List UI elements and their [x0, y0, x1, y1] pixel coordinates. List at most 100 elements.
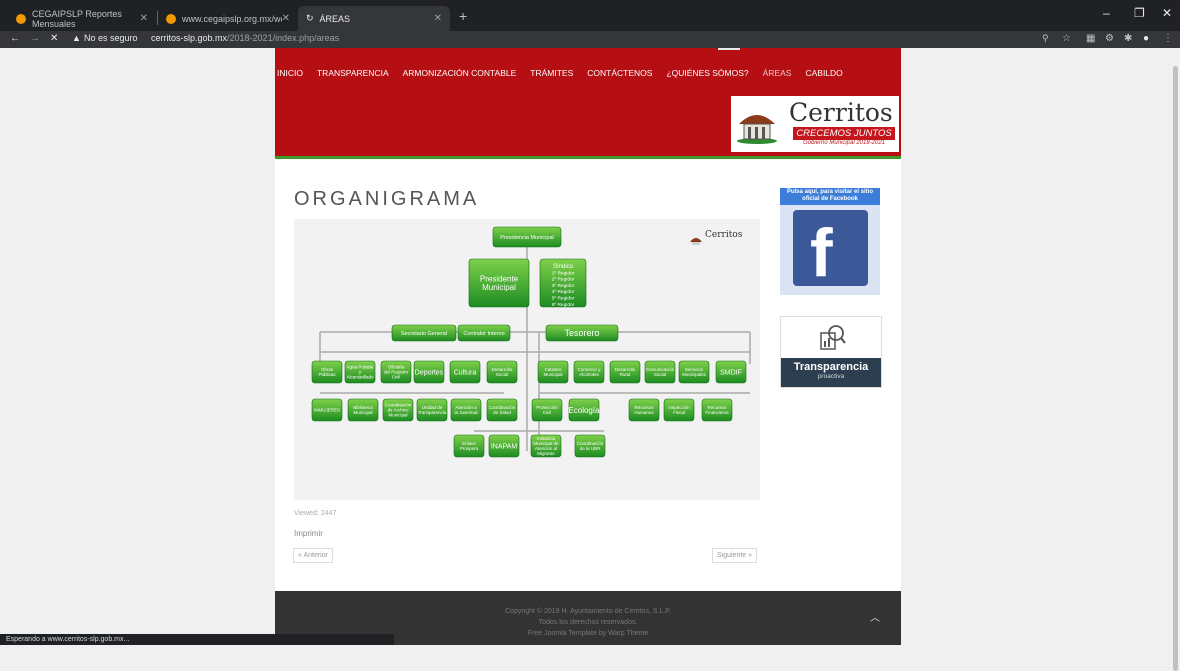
menu-icon[interactable]: ⋮ — [1163, 33, 1173, 44]
box-row2-5-label: de Salud — [493, 410, 511, 415]
scroll-top-icon[interactable]: ︿ — [870, 609, 880, 624]
cerritos-logo[interactable]: Cerritos CRECEMOS JUNTOS Gobierno Munici… — [731, 96, 899, 152]
transparencia-proactiva-link[interactable]: Transparencia proactiva — [780, 316, 882, 388]
site-header: INICIO TRANSPARENCIA ARMONIZACIÓN CONTAB… — [275, 48, 901, 159]
tab-label: ÁREAS — [319, 13, 351, 24]
box-contralor: Contralor Interno — [457, 324, 511, 342]
box-row2-4: Atención ala Juventud — [450, 398, 482, 422]
box-row1-6-label: Municipal — [543, 372, 562, 377]
bookmark-star-icon[interactable]: ☆ — [1062, 33, 1071, 44]
close-window-icon[interactable]: ✕ — [1162, 6, 1172, 20]
box-secretario: Secretario General — [391, 324, 457, 342]
close-tab-icon[interactable]: ✕ — [140, 13, 148, 24]
box-row2-8-label: Humanos — [634, 410, 654, 415]
box-row1-11: SMDIF — [715, 360, 747, 384]
box-sindico-regidores: Síndico1º Regidor2º Regidor3º Regidor4º … — [539, 258, 587, 308]
stop-icon[interactable]: ✕ — [50, 33, 58, 44]
tab-cegaipslp-reportes[interactable]: CEGAIPSLP Reportes Mensuales ✕ — [8, 6, 156, 31]
box-row2-7-label: Ecología — [568, 406, 600, 415]
box-presidencia-label: Presidencia Municipal — [500, 235, 554, 241]
url-field[interactable]: cerritos-slp.gob.mx/2018-2021/index.php/… — [151, 33, 339, 43]
box-row1-3-label: Deportes — [415, 369, 444, 376]
site-icon — [166, 13, 176, 24]
sindico-line: 3º Regidor — [552, 283, 575, 289]
logo-name: Cerritos — [789, 98, 893, 127]
box-row1-4: Cultura — [449, 360, 481, 384]
transparencia-subtitle: proactiva — [817, 373, 845, 380]
magnifier-chart-icon — [820, 325, 846, 350]
box-row3-0-label: Prospera — [460, 446, 479, 451]
extension-icon[interactable]: ▦ — [1086, 33, 1095, 44]
orgchart-image: Presidencia Municipal Presidente Municipal… — [294, 219, 760, 500]
box-row1-0: ObrasPúblicas — [311, 360, 343, 384]
box-row1-7-label: Alcoholes — [579, 372, 599, 377]
box-row2-9-label: Fiscal — [673, 410, 685, 415]
page-title: ORGANIGRAMA — [294, 188, 480, 210]
print-link[interactable]: Imprimir — [294, 529, 323, 538]
box-row1-2-label: Civil — [392, 375, 401, 380]
box-row3-3: Coordinaciónde la UBR — [574, 434, 606, 458]
extensions-icon[interactable]: ✱ — [1124, 33, 1132, 44]
box-row1-5-label: Social — [496, 372, 508, 377]
nav-armonizacion-contable[interactable]: ARMONIZACIÓN CONTABLE — [396, 68, 524, 78]
sindico-line: 4º Regidor — [552, 289, 575, 295]
address-bar: ← → ✕ ▲ No es seguro cerritos-slp.gob.mx… — [0, 31, 1180, 48]
page: INICIO TRANSPARENCIA ARMONIZACIÓN CONTAB… — [275, 48, 901, 645]
minimize-icon[interactable]: – — [1103, 6, 1110, 20]
box-row2-6-label: Civil — [543, 410, 552, 415]
back-icon[interactable]: ← — [10, 33, 20, 44]
facebook-link[interactable]: Pulsa aquí, para visitar el sitio oficia… — [780, 188, 880, 295]
forward-icon[interactable]: → — [30, 33, 40, 44]
box-presidencia: Presidencia Municipal — [492, 226, 562, 248]
nav-cabildo[interactable]: CABILDO — [798, 68, 849, 78]
box-tesorero: Tesorero — [545, 324, 619, 342]
box-row1-10: ServiciosMunicipales — [678, 360, 710, 384]
box-row3-1: INAPAM — [488, 434, 520, 458]
close-tab-icon[interactable]: ✕ — [434, 13, 442, 24]
nav-tramites[interactable]: TRÁMITES — [523, 68, 580, 78]
kiosk-icon — [737, 115, 777, 144]
box-row1-8: DesarrolloRural — [609, 360, 641, 384]
sindico-line: 2º Regidor — [552, 277, 575, 283]
restore-icon[interactable]: ❐ — [1134, 6, 1145, 20]
site-icon — [16, 13, 26, 24]
sindico-line: 6º Regidor — [552, 302, 575, 308]
box-row2-2-label: Municipal — [388, 413, 407, 418]
tab-cegaipslp-web[interactable]: www.cegaipslp.org.mx/webcega ✕ — [158, 6, 298, 31]
next-button[interactable]: Siguiente » — [712, 548, 758, 563]
box-presidente-label: Presidente — [480, 274, 519, 283]
active-nav-indicator — [718, 48, 740, 50]
box-row2-1: BibliotecaMunicipal — [347, 398, 379, 422]
nav-transparencia[interactable]: TRANSPARENCIA — [310, 68, 396, 78]
box-row1-11-label: SMDIF — [720, 369, 742, 376]
box-row1-7: Comercio yAlcoholes — [573, 360, 605, 384]
security-label[interactable]: No es seguro — [84, 33, 138, 43]
profile-icon[interactable]: ● — [1143, 33, 1149, 44]
box-row1-1-label: Alcantarillado — [346, 375, 374, 380]
scrollbar-thumb[interactable] — [1173, 66, 1178, 671]
tab-areas[interactable]: ↻ ÁREAS ✕ — [298, 6, 450, 31]
nav-contactenos[interactable]: CONTÁCTENOS — [580, 68, 659, 78]
box-row1-3: Deportes — [413, 360, 445, 384]
box-row2-8: RecursosHumanos — [628, 398, 660, 422]
new-tab-icon[interactable]: + — [459, 8, 467, 24]
warning-icon[interactable]: ▲ — [72, 33, 81, 43]
extension-icon-2[interactable]: ⚙ — [1105, 33, 1114, 44]
zoom-icon[interactable]: ⚲ — [1042, 33, 1049, 44]
box-presidente: PresidenteMunicipal — [468, 258, 530, 308]
page-scrollbar[interactable] — [1171, 48, 1180, 671]
box-row3-1-label: INAPAM — [491, 443, 517, 450]
prev-button[interactable]: « Anterior — [293, 548, 333, 563]
loading-icon: ↻ — [306, 13, 314, 23]
nav-quienes-somos[interactable]: ¿QUIÉNES SÓMOS? — [659, 68, 755, 78]
box-row3-0: EnlaceProspera — [453, 434, 485, 458]
box-row1-8-label: Rural — [620, 372, 631, 377]
box-row1-9-label: Social — [654, 372, 666, 377]
box-row2-7: Ecología — [568, 398, 600, 422]
close-tab-icon[interactable]: ✕ — [282, 13, 290, 24]
orgchart-graphic: Presidencia MunicipalPresidenteMunicipal… — [311, 226, 751, 458]
logo-slogan: CRECEMOS JUNTOS — [793, 127, 895, 140]
nav-areas[interactable]: ÁREAS — [756, 68, 799, 78]
nav-inicio[interactable]: INICIO — [275, 68, 310, 78]
status-bar: Esperando a www.cerritos-slp.gob.mx... — [0, 634, 394, 645]
